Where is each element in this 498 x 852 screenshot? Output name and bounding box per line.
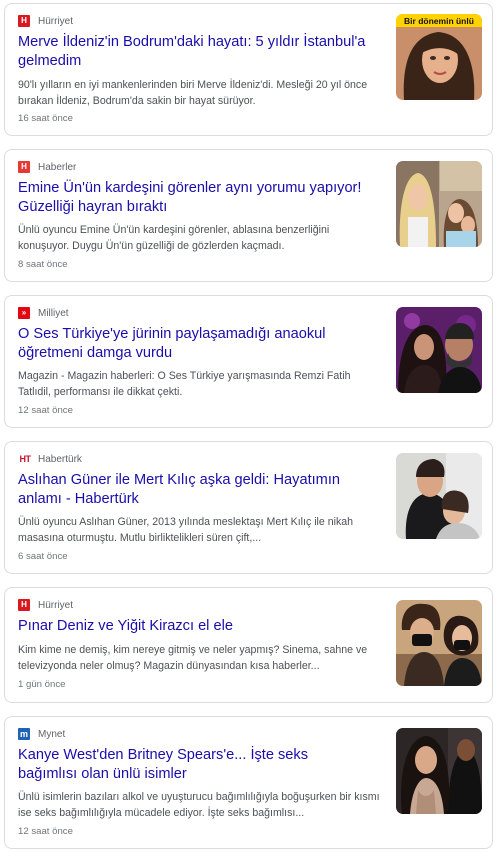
article-snippet: Ünlü isimlerin bazıları alkol ve uyuştur… bbox=[18, 791, 380, 819]
publisher-logo-icon: HT bbox=[18, 453, 32, 465]
publisher-logo-icon: H bbox=[18, 161, 30, 173]
publisher-logo-icon: m bbox=[18, 728, 30, 740]
publisher-name: Hürriyet bbox=[38, 15, 74, 27]
source-row: H Hürriyet bbox=[18, 14, 73, 28]
article-thumbnail[interactable] bbox=[396, 728, 482, 814]
article-snippet: Ünlü oyuncu Aslıhan Güner, 2013 yılında … bbox=[18, 516, 354, 544]
article-snippet: Kim kime ne demiş, kim nereye gitmiş ve … bbox=[18, 644, 368, 672]
article-thumbnail[interactable] bbox=[396, 161, 482, 247]
publisher-name: Habertürk bbox=[38, 453, 82, 465]
article-title[interactable]: Emine Ün'ün kardeşini görenler aynı yoru… bbox=[18, 179, 368, 217]
article-thumbnail[interactable] bbox=[396, 453, 482, 539]
publisher-name: Mynet bbox=[38, 728, 66, 740]
news-card[interactable]: H Haberler Emine Ün'ün kardeşini görenle… bbox=[4, 149, 493, 282]
article-timestamp: 8 saat önce bbox=[18, 259, 68, 270]
news-card[interactable]: m Mynet Kanye West'den Britney Spears'e.… bbox=[4, 716, 493, 849]
source-row: » Milliyet bbox=[18, 306, 69, 320]
publisher-logo-icon: » bbox=[18, 307, 30, 319]
article-snippet: Ünlü oyuncu Emine Ün'ün kardeşini görenl… bbox=[18, 224, 330, 252]
article-timestamp: 12 saat önce bbox=[18, 405, 73, 416]
news-card[interactable]: H Hürriyet Merve İldeniz'in Bodrum'daki … bbox=[4, 3, 493, 136]
source-row: H Hürriyet bbox=[18, 598, 73, 612]
article-title[interactable]: Pınar Deniz ve Yiğit Kirazcı el ele bbox=[18, 617, 368, 636]
publisher-logo-icon: H bbox=[18, 15, 30, 27]
source-row: m Mynet bbox=[18, 727, 65, 741]
thumbnail-caption: Bir dönemin ünlü bbox=[404, 16, 474, 26]
news-card[interactable]: » Milliyet O Ses Türkiye'ye jürinin payl… bbox=[4, 295, 493, 428]
publisher-name: Milliyet bbox=[38, 307, 69, 319]
article-title[interactable]: O Ses Türkiye'ye jürinin paylaşamadığı a… bbox=[18, 325, 368, 363]
publisher-logo-icon: H bbox=[18, 599, 30, 611]
article-title[interactable]: Merve İldeniz'in Bodrum'daki hayatı: 5 y… bbox=[18, 33, 368, 71]
article-thumbnail[interactable] bbox=[396, 600, 482, 686]
article-snippet: 90'lı yılların en iyi mankenlerinden bir… bbox=[18, 79, 368, 107]
article-title[interactable]: Aslıhan Güner ile Mert Kılıç aşka geldi:… bbox=[18, 471, 368, 509]
publisher-name: Hürriyet bbox=[38, 599, 74, 611]
article-timestamp: 6 saat önce bbox=[18, 551, 68, 562]
article-thumbnail[interactable] bbox=[396, 307, 482, 393]
news-card[interactable]: H Hürriyet Pınar Deniz ve Yiğit Kirazcı … bbox=[4, 587, 493, 703]
news-card[interactable]: HT Habertürk Aslıhan Güner ile Mert Kılı… bbox=[4, 441, 493, 574]
article-timestamp: 16 saat önce bbox=[18, 113, 73, 124]
article-title[interactable]: Kanye West'den Britney Spears'e... İşte … bbox=[18, 746, 368, 784]
article-thumbnail[interactable]: Bir dönemin ünlü bbox=[396, 14, 482, 100]
source-row: H Haberler bbox=[18, 160, 76, 174]
article-snippet: Magazin - Magazin haberleri: O Ses Türki… bbox=[18, 370, 351, 398]
news-feed: H Hürriyet Merve İldeniz'in Bodrum'daki … bbox=[0, 0, 498, 852]
source-row: HT Habertürk bbox=[18, 452, 82, 466]
article-timestamp: 1 gün önce bbox=[18, 679, 66, 690]
publisher-name: Haberler bbox=[38, 161, 77, 173]
article-timestamp: 12 saat önce bbox=[18, 826, 73, 837]
